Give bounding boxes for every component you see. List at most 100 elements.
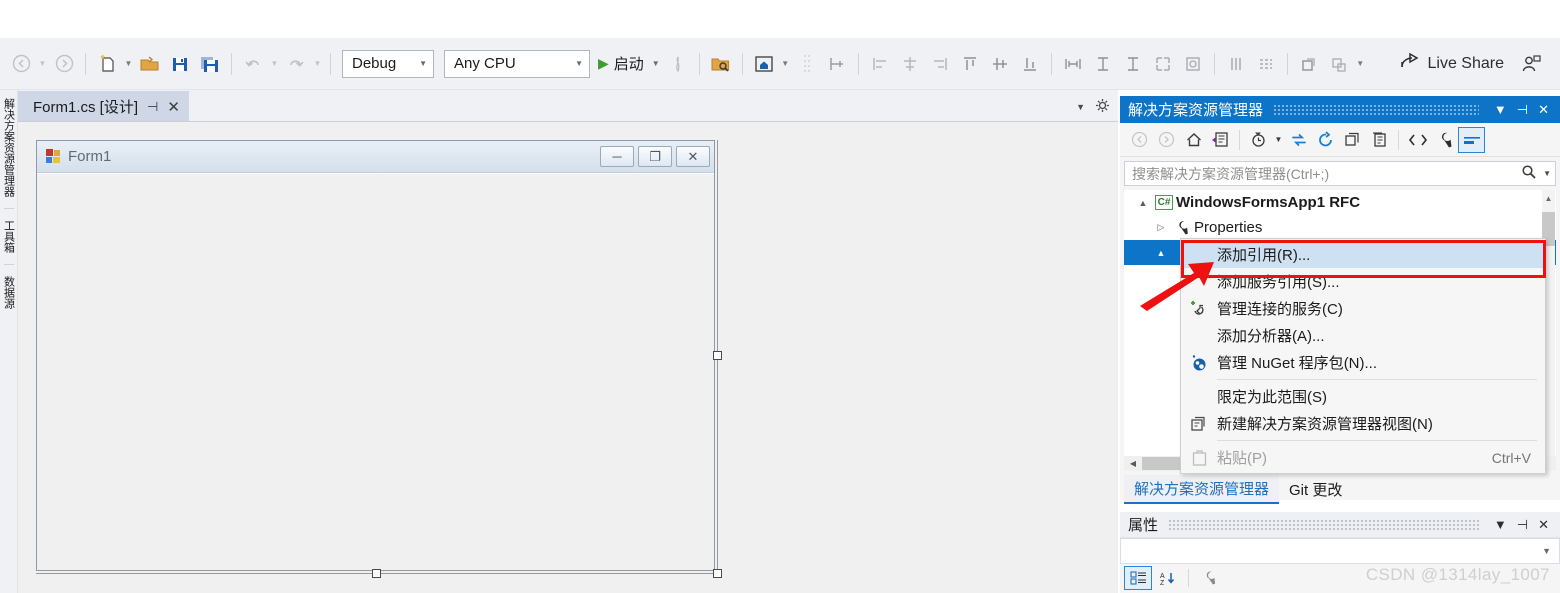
start-page-icon[interactable] (749, 49, 779, 79)
panel-pin-icon[interactable]: ⊣ (1512, 517, 1533, 533)
redo-icon[interactable] (281, 49, 311, 79)
align-lefts-icon[interactable] (865, 49, 895, 79)
tab-git-changes[interactable]: Git 更改 (1279, 476, 1352, 503)
vertical-spacing-icon[interactable] (1251, 49, 1281, 79)
pending-changes-filter-icon[interactable] (1245, 127, 1272, 153)
solution-search-icon[interactable] (706, 49, 736, 79)
resize-handle-middle-right[interactable] (713, 351, 722, 360)
menu-item-add-analyzer[interactable]: 添加分析器(A)... (1181, 322, 1545, 349)
sync-with-active-document-icon[interactable] (1207, 127, 1234, 153)
tab-solution-explorer[interactable]: 解决方案资源管理器 (1124, 474, 1280, 504)
properties-wrench-icon[interactable] (1431, 127, 1458, 153)
align-rights-icon[interactable] (925, 49, 955, 79)
nav-back-icon[interactable] (6, 49, 36, 79)
resize-handle-bottom-right[interactable] (713, 569, 722, 578)
menu-item-new-solution-explorer-view[interactable]: 新建解决方案资源管理器视图(N) (1181, 410, 1545, 437)
live-share-button[interactable]: Live Share (1399, 52, 1517, 76)
menu-item-paste[interactable]: 粘贴(P) Ctrl+V (1181, 444, 1545, 471)
properties-wrench-icon[interactable] (1195, 566, 1223, 590)
menu-item-manage-connected-services[interactable]: 管理连接的服务(C) (1181, 295, 1545, 322)
forward-icon[interactable] (1153, 127, 1180, 153)
redo-caret-icon[interactable]: ▼ (311, 49, 324, 79)
chevron-down-icon[interactable]: ▼ (1272, 127, 1285, 153)
refresh-icon[interactable] (1312, 127, 1339, 153)
align-centers-icon[interactable] (895, 49, 925, 79)
undo-icon[interactable] (238, 49, 268, 79)
refresh-sync-icon[interactable] (1285, 127, 1312, 153)
form-client-area[interactable] (37, 173, 714, 570)
form-minimize-button[interactable]: ─ (600, 146, 634, 167)
rail-item-toolbox[interactable]: 工具箱 (0, 212, 18, 261)
expander-icon[interactable]: ▷ (1152, 222, 1170, 233)
toolbar-overflow-icon[interactable]: ▼ (1354, 49, 1367, 79)
save-icon[interactable] (165, 49, 195, 79)
align-bottoms-icon[interactable] (1015, 49, 1045, 79)
nav-forward-icon[interactable] (49, 49, 79, 79)
bring-to-front-icon[interactable] (1294, 49, 1324, 79)
lock-controls-icon[interactable] (1178, 49, 1208, 79)
undo-caret-icon[interactable]: ▼ (268, 49, 281, 79)
panel-pin-icon[interactable]: ⊣ (1512, 102, 1533, 118)
back-icon[interactable] (1126, 127, 1153, 153)
gear-icon[interactable] (1095, 98, 1110, 116)
alphabetical-icon[interactable]: AZ (1154, 566, 1182, 590)
categorized-icon[interactable] (1124, 566, 1152, 590)
show-all-files-icon[interactable] (1366, 127, 1393, 153)
menu-item-scope-to-this[interactable]: 限定为此范围(S) (1181, 383, 1545, 410)
close-icon[interactable]: ✕ (167, 98, 180, 116)
scroll-up-arrow-icon[interactable]: ▲ (1542, 192, 1555, 205)
view-code-icon[interactable] (1404, 127, 1431, 153)
resize-handle-bottom-center[interactable] (372, 569, 381, 578)
expander-icon[interactable]: ▲ (1152, 248, 1170, 258)
send-to-back-icon[interactable] (1324, 49, 1354, 79)
make-same-height-icon[interactable] (1088, 49, 1118, 79)
make-same-width-icon[interactable] (1058, 49, 1088, 79)
form1-window[interactable]: Form1 ─ ❐ ✕ (36, 140, 715, 571)
platform-dropdown[interactable]: Any CPU ▼ (444, 49, 590, 78)
panel-close-icon[interactable]: ✕ (1533, 102, 1554, 118)
panel-dropdown-icon[interactable]: ▼ (1489, 517, 1512, 532)
panel-close-icon[interactable]: ✕ (1533, 517, 1554, 533)
hot-reload-icon[interactable] (663, 49, 693, 79)
scroll-left-arrow-icon[interactable]: ◀ (1125, 456, 1141, 471)
open-file-icon[interactable] (135, 49, 165, 79)
start-debug-button[interactable]: ▶ 启动 ▼ (595, 53, 663, 74)
start-page-caret-icon[interactable]: ▼ (779, 49, 792, 79)
align-middles-icon[interactable] (985, 49, 1015, 79)
document-tab-form1-designer[interactable]: Form1.cs [设计] ⊣ ✕ (18, 91, 189, 121)
rail-item-solution-explorer[interactable]: 解决方案资源管理器 (0, 90, 18, 205)
new-item-icon[interactable] (92, 49, 122, 79)
search-icon[interactable] (1521, 164, 1537, 184)
configuration-dropdown[interactable]: Debug ▼ (342, 49, 434, 78)
align-tops-icon[interactable] (955, 49, 985, 79)
tree-row-project[interactable]: ▲ C# WindowsFormsApp1 RFC (1124, 190, 1556, 215)
menu-item-add-reference[interactable]: 添加引用(R)... (1181, 241, 1545, 268)
rail-item-data-sources[interactable]: 数据源 (0, 268, 18, 317)
account-icon[interactable] (1516, 49, 1546, 79)
form-designer-canvas[interactable]: Form1 ─ ❐ ✕ (18, 122, 1118, 593)
project-context-menu[interactable]: 添加引用(R)... 添加服务引用(S)... 管理连接的服务(C) 添加分析器… (1180, 238, 1546, 474)
panel-dropdown-icon[interactable]: ▼ (1489, 102, 1512, 117)
chevron-down-icon[interactable]: ▼ (1543, 169, 1551, 178)
align-to-grid-icon[interactable] (822, 49, 852, 79)
nav-back-caret-icon[interactable]: ▼ (36, 49, 49, 79)
tree-row-properties[interactable]: ▷ Properties (1124, 215, 1556, 240)
form-maximize-button[interactable]: ❐ (638, 146, 672, 167)
size-to-grid-icon[interactable] (1148, 49, 1178, 79)
preview-selected-items-icon[interactable] (1458, 126, 1485, 153)
collapse-all-icon[interactable] (1339, 127, 1366, 153)
horizontal-spacing-icon[interactable] (1221, 49, 1251, 79)
make-same-size-icon[interactable] (1118, 49, 1148, 79)
new-item-caret-icon[interactable]: ▼ (122, 49, 135, 79)
solution-explorer-search-box[interactable]: 搜索解决方案资源管理器(Ctrl+;) ▼ (1124, 161, 1556, 186)
expander-icon[interactable]: ▲ (1134, 198, 1152, 208)
chevron-down-icon[interactable]: ▼ (1076, 102, 1085, 112)
save-all-icon[interactable] (195, 49, 225, 79)
properties-object-dropdown[interactable]: ▼ (1120, 538, 1560, 564)
pin-icon[interactable]: ⊣ (147, 99, 158, 115)
form-close-button[interactable]: ✕ (676, 146, 710, 167)
menu-item-manage-nuget-packages[interactable]: 管理 NuGet 程序包(N)... (1181, 349, 1545, 376)
menu-item-add-service-reference[interactable]: 添加服务引用(S)... (1181, 268, 1545, 295)
search-input[interactable]: 搜索解决方案资源管理器(Ctrl+;) (1132, 164, 1521, 184)
home-icon[interactable] (1180, 127, 1207, 153)
